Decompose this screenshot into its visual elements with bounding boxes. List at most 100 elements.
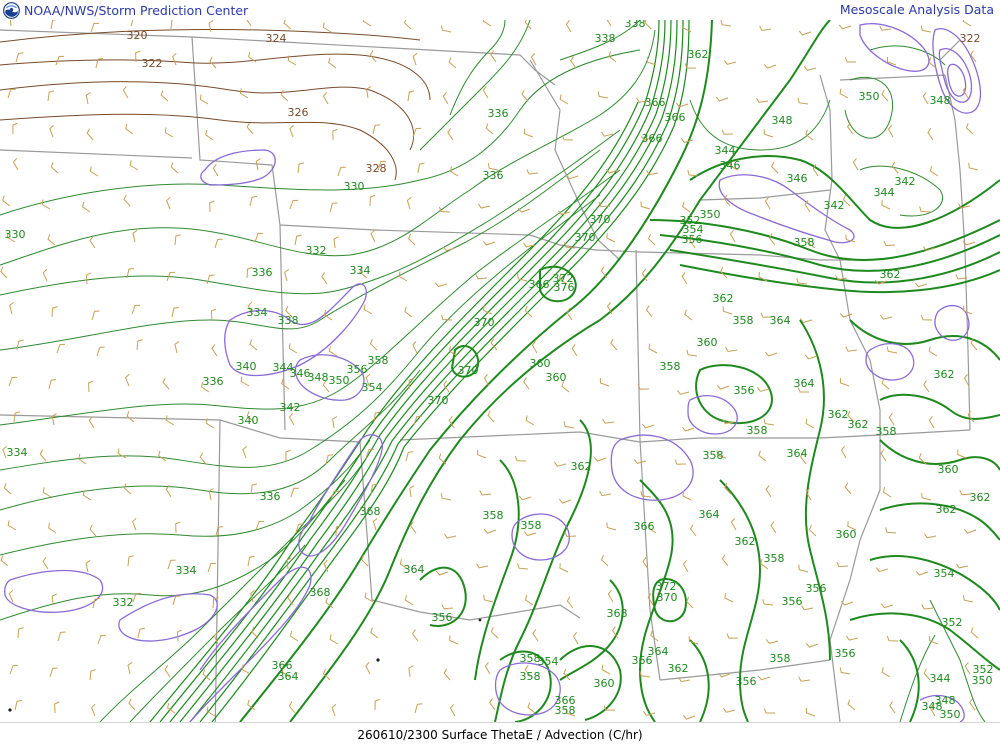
contour-label: 320 (127, 29, 148, 42)
contour-label: 358 (555, 704, 576, 717)
contour-label: 354 (538, 655, 559, 668)
contour-label: 348 (308, 371, 329, 384)
contour-label: 362 (571, 460, 592, 473)
contour-label: 358 (660, 360, 681, 373)
contour-label: 336 (260, 490, 281, 503)
header-bar: NOAA/NWS/Storm Prediction Center Mesosca… (0, 0, 1000, 20)
header-left-title: NOAA/NWS/Storm Prediction Center (24, 2, 249, 18)
contour-label: 358 (794, 236, 815, 249)
contour-label: 350 (972, 674, 993, 687)
contour-label: 334 (176, 564, 197, 577)
map-panel: 320 322 324 326 328 330 330 332 334 336 334 338 336 3… (0, 14, 1000, 741)
contour-label: 328 (366, 162, 387, 175)
contour-label: 364 (787, 447, 808, 460)
contour-label: 330 (344, 180, 365, 193)
contour-label: 370 (657, 591, 678, 604)
contour-label: 326 (288, 106, 309, 119)
contour-label: 362 (936, 503, 957, 516)
contour-label: 370 (428, 394, 449, 407)
contour-label: 346 (720, 159, 741, 172)
contour-label: 362 (880, 268, 901, 281)
contour-label: 356 (835, 647, 856, 660)
contour-label: 338 (595, 32, 616, 45)
contour-label: 360 (836, 528, 857, 541)
contour-label: 360 (938, 463, 959, 476)
contour-label: 336 (488, 107, 509, 120)
contour-label: 350 (700, 208, 721, 221)
contour-label: 356 (734, 384, 755, 397)
contour-label: 362 (934, 368, 955, 381)
contour-label: 338 (625, 20, 646, 30)
contour-label: 344 (930, 672, 951, 685)
contour-label: 368 (360, 505, 381, 518)
contour-label: 344 (715, 144, 736, 157)
contour-label: 356 (347, 363, 368, 376)
contour-label: 366 (632, 654, 653, 667)
contour-label: 362 (688, 48, 709, 61)
contour-label: 364 (794, 377, 815, 390)
header-left: NOAA/NWS/Storm Prediction Center (3, 1, 248, 19)
contour-label: 362 (668, 662, 689, 675)
contour-label: 338 (278, 314, 299, 327)
contour-label: 362 (828, 408, 849, 421)
contour-label: 364 (404, 563, 425, 576)
contour-label: 358 (770, 652, 791, 665)
contour-label: 348 (935, 694, 956, 707)
contour-label: 354 (362, 381, 383, 394)
contour-label: 352 (942, 616, 963, 629)
contour-label: 336 (252, 266, 273, 279)
contour-label: 356 (682, 233, 703, 246)
contour-label: 360 (697, 336, 718, 349)
contour-label: 342 (895, 175, 916, 188)
contour-label: 360 (594, 677, 615, 690)
contour-label: 340 (238, 414, 259, 427)
footer-bar: 260610/2300 Surface ThetaE / Advection (… (0, 722, 1000, 751)
contour-label: 358 (764, 552, 785, 565)
contour-label: 362 (735, 535, 756, 548)
contour-label: 358 (733, 314, 754, 327)
header-right-title: Mesoscale Analysis Data (839, 2, 994, 17)
contour-label: 336 (483, 169, 504, 182)
contour-label: 332 (113, 596, 134, 609)
contour-label: 342 (824, 199, 845, 212)
contour-label: 344 (874, 186, 895, 199)
contour-label: 358 (520, 670, 541, 683)
contour-label: 362 (713, 292, 734, 305)
contour-label: 358 (703, 449, 724, 462)
contour-label: 348 (772, 114, 793, 127)
contour-label: 366 (642, 132, 663, 145)
contour-label: 340 (236, 360, 257, 373)
contour-label: 322 (142, 57, 163, 70)
contour-label: 358 (368, 354, 389, 367)
contour-label: 324 (266, 32, 287, 45)
contour-label: 360 (546, 371, 567, 384)
contour-label: 334 (7, 446, 28, 459)
contour-label: 346 (787, 172, 808, 185)
contour-label: 370 (575, 231, 596, 244)
contour-label: 362 (848, 418, 869, 431)
contour-label: 354 (934, 567, 955, 580)
contour-label: 332 (306, 244, 327, 257)
contour-label: 362 (970, 491, 991, 504)
contour-label: 356 (806, 582, 827, 595)
contour-label: 368 (310, 586, 331, 599)
contour-label: 350 (859, 90, 880, 103)
contour-label: 356 (432, 611, 453, 624)
contour-label: 364 (699, 508, 720, 521)
contour-label: 350 (940, 708, 961, 721)
contour-label: 334 (247, 306, 268, 319)
contour-label: 358 (747, 424, 768, 437)
contour-label: 370 (458, 364, 479, 377)
contour-label: 358 (876, 425, 897, 438)
contour-label: 334 (350, 264, 371, 277)
contour-label: 358 (521, 519, 542, 532)
contour-label: 360 (530, 357, 551, 370)
contour-label: 336 (203, 375, 224, 388)
contour-label: 322 (960, 32, 981, 45)
contour-label: 342 (280, 401, 301, 414)
contour-label: 366 (634, 520, 655, 533)
contour-label: 376 (554, 281, 575, 294)
contour-label: 364 (278, 670, 299, 683)
footer-caption: 260610/2300 Surface ThetaE / Advection (… (357, 728, 643, 742)
contour-label: 356 (782, 595, 803, 608)
